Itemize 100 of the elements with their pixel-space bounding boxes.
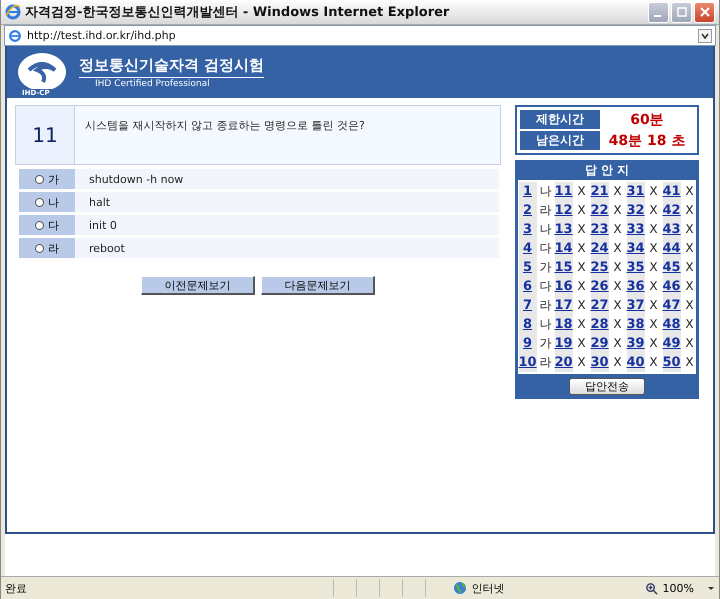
- question-link[interactable]: 16: [554, 277, 572, 296]
- question-link[interactable]: 7: [518, 296, 536, 315]
- question-link[interactable]: 36: [626, 277, 644, 296]
- answer-mark: X: [684, 202, 695, 219]
- question-link[interactable]: 10: [518, 353, 536, 372]
- radio-button[interactable]: [35, 174, 44, 184]
- question-link[interactable]: 35: [626, 258, 644, 277]
- close-icon: [700, 7, 710, 17]
- question-link[interactable]: 25: [590, 258, 608, 277]
- submit-button[interactable]: 답안전송: [569, 378, 645, 395]
- option-text: shutdown -h now: [75, 169, 499, 189]
- nav-button[interactable]: 이전문제보기: [141, 276, 255, 295]
- zoom-icon[interactable]: [644, 582, 658, 594]
- option-label[interactable]: 나: [19, 192, 75, 212]
- question-link[interactable]: 28: [590, 315, 608, 334]
- option-text: init 0: [75, 215, 499, 235]
- minimize-icon: [654, 15, 660, 17]
- question-link[interactable]: 2: [518, 201, 536, 220]
- question-link[interactable]: 27: [590, 296, 608, 315]
- status-text: 완료: [5, 580, 28, 596]
- option-label[interactable]: 가: [19, 169, 75, 189]
- answer-mark: X: [648, 297, 659, 314]
- answer-mark: X: [576, 278, 587, 295]
- answer-mark: X: [576, 259, 587, 276]
- site-title: 정보통신기술자격 검정시험: [79, 56, 264, 78]
- question-link[interactable]: 6: [518, 277, 536, 296]
- answer-mark: X: [612, 335, 623, 352]
- question-link[interactable]: 17: [554, 296, 572, 315]
- question-link[interactable]: 20: [554, 353, 572, 372]
- question-link[interactable]: 34: [626, 239, 644, 258]
- question-link[interactable]: 45: [662, 258, 680, 277]
- dropdown-caret-icon[interactable]: [698, 28, 712, 42]
- question-link[interactable]: 49: [662, 334, 680, 353]
- question-link[interactable]: 18: [554, 315, 572, 334]
- zone-text: 인터넷: [472, 580, 506, 596]
- url-text: http://test.ihd.or.kr/ihd.php: [27, 29, 177, 42]
- question-link[interactable]: 38: [626, 315, 644, 334]
- answer-mark: X: [612, 297, 623, 314]
- question-link[interactable]: 39: [626, 334, 644, 353]
- radio-button[interactable]: [35, 244, 44, 252]
- question-link[interactable]: 4: [518, 239, 536, 258]
- question-link[interactable]: 48: [662, 315, 680, 334]
- question-link[interactable]: 11: [554, 182, 572, 201]
- question-link[interactable]: 1: [518, 182, 536, 201]
- question-link[interactable]: 22: [590, 201, 608, 220]
- option-text: reboot: [75, 238, 499, 258]
- question-link[interactable]: 43: [662, 220, 680, 239]
- close-button[interactable]: [694, 2, 715, 22]
- question-link[interactable]: 37: [626, 296, 644, 315]
- question-link[interactable]: 40: [626, 353, 644, 372]
- question-link[interactable]: 14: [554, 239, 572, 258]
- question-link[interactable]: 3: [518, 220, 536, 239]
- answer-mark: X: [612, 278, 623, 295]
- question-link[interactable]: 44: [662, 239, 680, 258]
- zoom-level[interactable]: 100%: [662, 582, 694, 594]
- question-link[interactable]: 26: [590, 277, 608, 296]
- option-label[interactable]: 다: [19, 215, 75, 235]
- question-link[interactable]: 30: [590, 353, 608, 372]
- browser-e-icon: [5, 4, 21, 20]
- question-link[interactable]: 13: [554, 220, 572, 239]
- site-subtitle: IHD Certified Professional: [94, 78, 211, 88]
- question-link[interactable]: 23: [590, 220, 608, 239]
- question-number: 11: [16, 106, 75, 164]
- question-link[interactable]: 47: [662, 296, 680, 315]
- question-link[interactable]: 31: [626, 182, 644, 201]
- question-link[interactable]: 42: [662, 201, 680, 220]
- question-link[interactable]: 21: [590, 182, 608, 201]
- option-text: halt: [75, 192, 499, 212]
- question-link[interactable]: 15: [554, 258, 572, 277]
- question-link[interactable]: 29: [590, 334, 608, 353]
- question-link[interactable]: 33: [626, 220, 644, 239]
- answer-mark: 라: [540, 297, 552, 314]
- answer-mark: X: [576, 335, 587, 352]
- question-link[interactable]: 46: [662, 277, 680, 296]
- answer-mark: X: [648, 240, 659, 257]
- answer-mark: X: [612, 316, 623, 333]
- address-bar[interactable]: http://test.ihd.or.kr/ihd.php: [4, 25, 716, 46]
- answer-mark: X: [612, 354, 623, 371]
- answer-mark: X: [648, 259, 659, 276]
- question-link[interactable]: 9: [518, 334, 536, 353]
- question-link[interactable]: 8: [518, 315, 536, 334]
- radio-button[interactable]: [35, 198, 44, 206]
- answer-mark: X: [576, 202, 587, 219]
- radio-button[interactable]: [35, 220, 44, 230]
- question-link[interactable]: 24: [590, 239, 608, 258]
- answer-mark: X: [648, 202, 659, 219]
- nav-button[interactable]: 다음문제보기: [261, 276, 375, 295]
- option-label[interactable]: 라: [19, 238, 75, 258]
- answer-mark: X: [576, 240, 587, 257]
- question-text: 시스템을 재시작하지 않고 종료하는 명령으로 틀린 것은?: [84, 118, 366, 134]
- dropdown-caret-icon[interactable]: [707, 584, 715, 592]
- question-link[interactable]: 5: [518, 258, 536, 277]
- question-link[interactable]: 50: [662, 353, 680, 372]
- question-link[interactable]: 41: [662, 182, 680, 201]
- timer-value: 60분: [629, 110, 665, 128]
- question-link[interactable]: 12: [554, 201, 572, 220]
- answer-mark: X: [648, 183, 659, 200]
- question-link[interactable]: 32: [626, 201, 644, 220]
- answer-mark: X: [576, 221, 587, 238]
- question-link[interactable]: 19: [554, 334, 572, 353]
